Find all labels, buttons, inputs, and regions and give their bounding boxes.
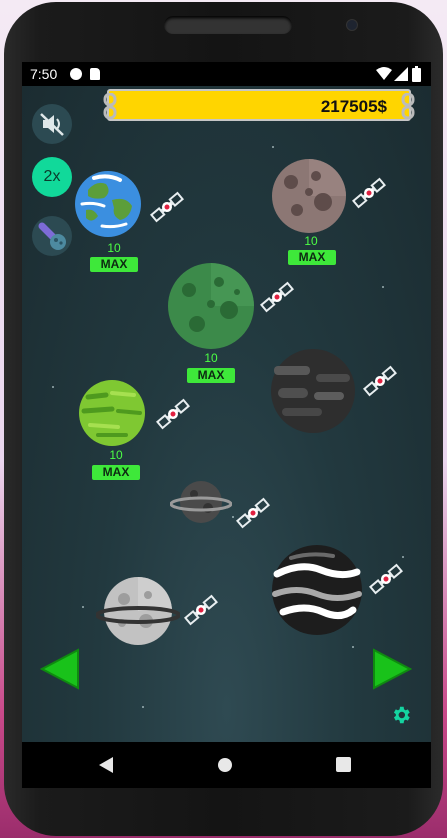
- app-notification-icon: [70, 68, 82, 80]
- chain-right-icon: [401, 93, 415, 119]
- navigation-bar: [22, 742, 431, 788]
- settings-gear-icon[interactable]: [390, 704, 412, 726]
- rocket-boost-button[interactable]: [32, 216, 72, 256]
- planet-green-cratered-max-badge: MAX: [187, 368, 235, 383]
- planet-dark-striped[interactable]: [270, 348, 356, 434]
- planet-rocky-brown-level: 10: [304, 234, 318, 248]
- planet-rocky-brown-max-badge: MAX: [288, 250, 336, 265]
- planet-small-ringed[interactable]: [170, 478, 232, 526]
- satellite-icon: [259, 281, 295, 313]
- planet-green-cratered-level: 10: [204, 351, 218, 365]
- speed-2x-button[interactable]: 2x: [32, 157, 72, 197]
- planet-earth-max-badge: MAX: [90, 257, 138, 272]
- left-arrow-icon[interactable]: [40, 648, 80, 690]
- front-camera: [346, 19, 358, 31]
- planet-rocky-brown[interactable]: [271, 158, 347, 234]
- right-arrow-icon[interactable]: [372, 648, 412, 690]
- signal-icon: [394, 67, 408, 81]
- status-bar: 7:50: [22, 62, 431, 86]
- planet-black-white-swirl[interactable]: [271, 544, 363, 636]
- mute-button[interactable]: [32, 104, 72, 144]
- status-time: 7:50: [30, 66, 58, 82]
- satellite-icon: [235, 497, 271, 529]
- battery-icon: [412, 66, 421, 82]
- speaker-grille: [164, 16, 292, 34]
- mute-icon: [40, 113, 64, 136]
- satellite-icon: [149, 191, 185, 223]
- planet-green-striped-max-badge: MAX: [92, 465, 140, 480]
- planet-green-striped[interactable]: [78, 379, 146, 447]
- money-value: 217505$: [320, 97, 387, 116]
- satellite-icon: [368, 563, 404, 595]
- recents-icon[interactable]: [336, 757, 351, 772]
- planet-green-cratered[interactable]: [167, 262, 255, 350]
- planet-green-striped-level: 10: [109, 448, 123, 462]
- satellite-icon: [351, 177, 387, 209]
- planet-grey-ringed[interactable]: [96, 573, 180, 649]
- home-icon[interactable]: [217, 757, 233, 773]
- rocket-boost-icon: [38, 222, 66, 250]
- chain-left-icon: [103, 93, 117, 119]
- satellite-icon: [155, 398, 191, 430]
- planet-earth-level: 10: [107, 241, 121, 255]
- planet-earth[interactable]: [74, 170, 142, 238]
- screen: 7:50 217505$ 2x 10 MAX 10 MAX 10 MAX 10 …: [22, 62, 431, 742]
- money-counter: 217505$: [103, 89, 415, 121]
- wifi-icon: [376, 67, 392, 80]
- sd-card-icon: [90, 68, 100, 80]
- speed-label: 2x: [43, 168, 61, 185]
- game-area: 217505$ 2x 10 MAX 10 MAX 10 MAX 10 MAX: [22, 86, 431, 742]
- back-icon[interactable]: [98, 756, 114, 774]
- satellite-icon: [362, 365, 398, 397]
- satellite-icon: [183, 594, 219, 626]
